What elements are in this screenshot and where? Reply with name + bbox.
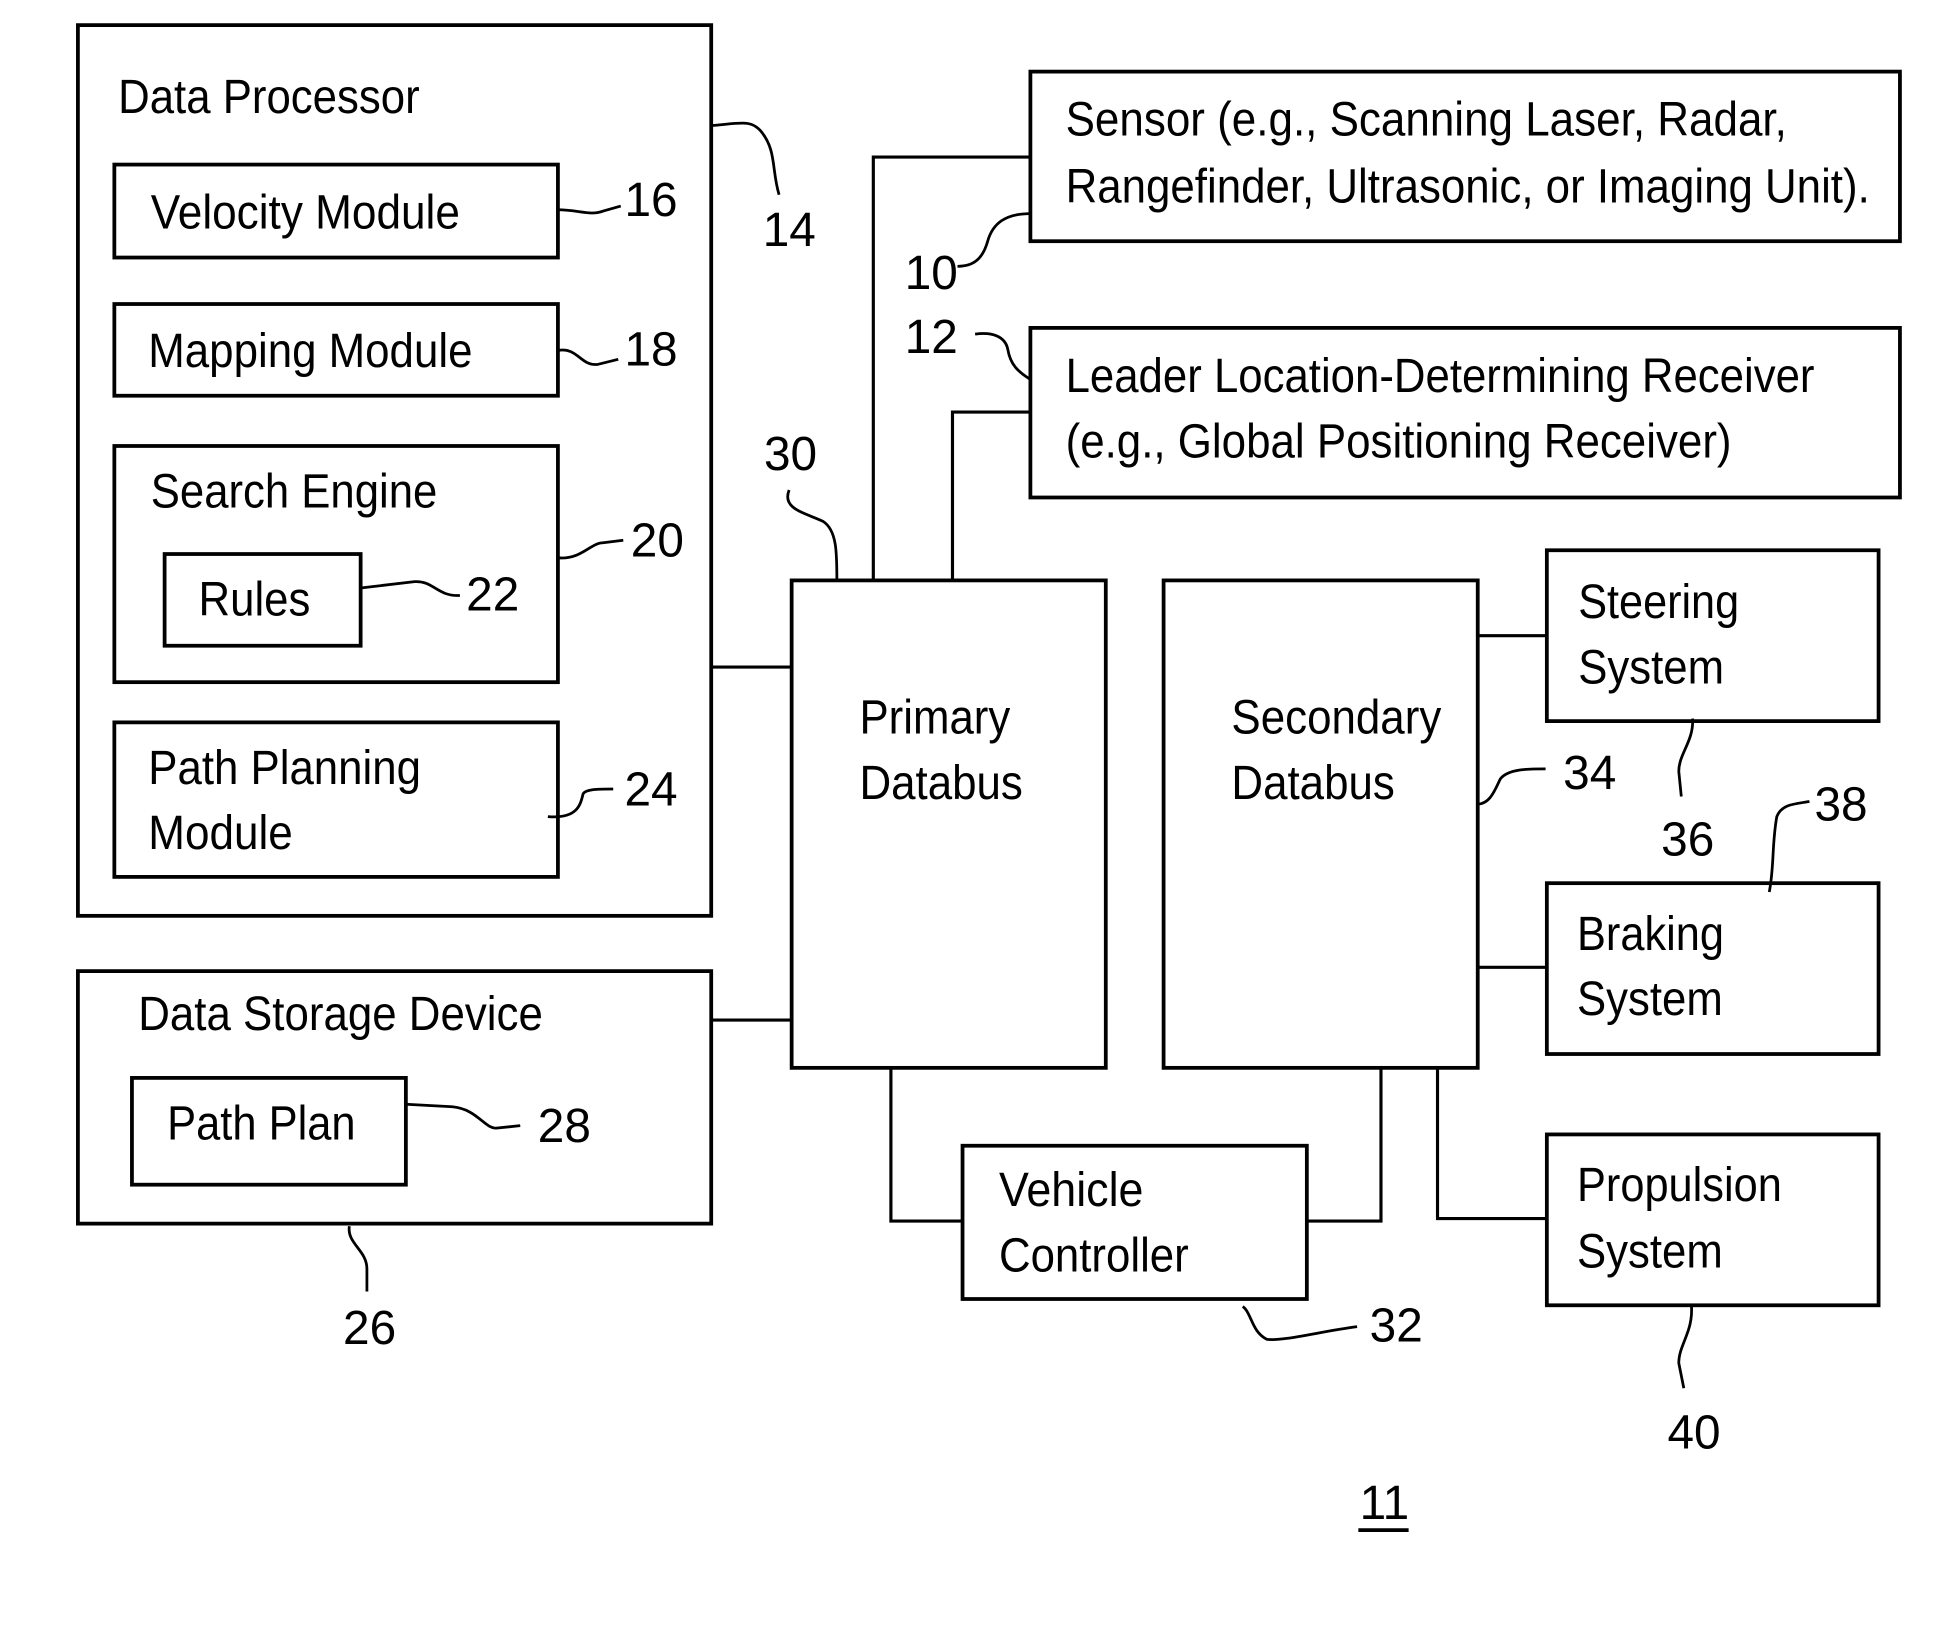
ref-30: 30 — [764, 428, 817, 481]
ref-28: 28 — [538, 1100, 591, 1153]
wire-primary-receiver — [950, 410, 1031, 581]
leader-receiver-line1: Leader Location-Determining Receiver — [1066, 350, 1815, 403]
leader-line-40 — [1677, 1303, 1693, 1389]
rules-label: Rules — [199, 574, 311, 627]
leader-line-38 — [1767, 800, 1810, 893]
primary-databus-line1: Primary — [859, 692, 1010, 745]
vehicle-controller-line2: Controller — [999, 1229, 1189, 1282]
path-planning-module-line1: Path Planning — [148, 742, 421, 795]
leader-line-36 — [1677, 718, 1694, 797]
figure-number: 11 — [1360, 1477, 1410, 1530]
ref-18: 18 — [625, 324, 678, 377]
ref-40: 40 — [1667, 1407, 1720, 1460]
velocity-module-label: Velocity Module — [151, 187, 460, 240]
leader-line-12 — [974, 332, 1032, 381]
sensor-line1: Sensor (e.g., Scanning Laser, Radar, — [1066, 94, 1787, 147]
search-engine-title: Search Engine — [151, 466, 437, 519]
path-plan-label: Path Plan — [167, 1097, 355, 1150]
sensor-line2: Rangefinder, Ultrasonic, or Imaging Unit… — [1066, 160, 1870, 213]
leader-line-30 — [786, 489, 839, 581]
secondary-databus-box — [1161, 578, 1480, 1070]
braking-system-line2: System — [1577, 973, 1723, 1026]
propulsion-system-line1: Propulsion — [1577, 1159, 1782, 1212]
ref-34: 34 — [1563, 747, 1616, 800]
leader-line-26 — [347, 1225, 369, 1292]
block-diagram: Data Processor 14 Velocity Module 16 Map… — [76, 23, 1902, 1533]
leader-line-32 — [1241, 1305, 1358, 1341]
wire-secondary-propulsion — [1435, 1067, 1547, 1221]
ref-38: 38 — [1814, 778, 1867, 831]
primary-databus-line2: Databus — [859, 757, 1022, 810]
ref-12: 12 — [905, 311, 958, 364]
steering-system-line1: Steering — [1578, 576, 1739, 629]
ref-36: 36 — [1661, 814, 1714, 867]
braking-system-line1: Braking — [1577, 908, 1724, 961]
mapping-module-label: Mapping Module — [148, 325, 472, 378]
ref-26: 26 — [343, 1302, 396, 1355]
wire-primary-controller — [889, 1067, 963, 1223]
ref-16: 16 — [625, 174, 678, 227]
leader-line-14 — [711, 121, 781, 196]
data-storage-device-title: Data Storage Device — [138, 988, 543, 1041]
steering-system-line2: System — [1578, 641, 1724, 694]
ref-22: 22 — [466, 569, 519, 622]
propulsion-system-line2: System — [1577, 1226, 1723, 1279]
leader-line-10 — [957, 212, 1031, 268]
ref-32: 32 — [1370, 1300, 1423, 1353]
ref-10: 10 — [905, 247, 958, 300]
secondary-databus-line2: Databus — [1231, 757, 1394, 810]
ref-24: 24 — [625, 763, 678, 816]
vehicle-controller-line1: Vehicle — [999, 1164, 1144, 1217]
ref-20: 20 — [631, 515, 684, 568]
data-processor-title: Data Processor — [118, 71, 420, 124]
path-planning-module-line2: Module — [148, 807, 293, 860]
leader-line-34 — [1477, 767, 1546, 806]
secondary-databus-line1: Secondary — [1231, 692, 1441, 745]
wire-controller-secondary — [1306, 1067, 1383, 1223]
ref-14: 14 — [763, 204, 816, 257]
primary-databus-box — [789, 578, 1108, 1070]
leader-receiver-line2: (e.g., Global Positioning Receiver) — [1066, 415, 1732, 468]
